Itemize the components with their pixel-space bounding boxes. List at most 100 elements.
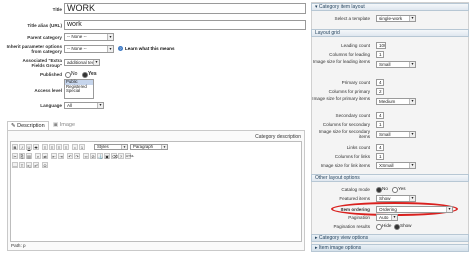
panel-item-layout-header[interactable]: ▾ Category item layout (311, 3, 469, 11)
item-ordering-select[interactable]: Ordering ▼ (376, 206, 453, 213)
bullet-list-icon[interactable]: • (72, 144, 78, 150)
numbered-list-icon[interactable]: 1 (79, 144, 85, 150)
find-icon[interactable]: ⌕ (35, 153, 41, 159)
language-value: All (67, 103, 73, 108)
chevron-down-icon: ▼ (97, 103, 103, 108)
columns-secondary-input[interactable]: 1 (376, 121, 384, 128)
chevron-down-icon: ▼ (446, 207, 452, 212)
redo-icon[interactable]: ↷ (74, 153, 80, 159)
title-label: Title (52, 7, 62, 12)
parent-category-select[interactable]: -- None -- ▼ (64, 33, 114, 41)
image-leading-label: Image size for leading items (312, 59, 370, 64)
align-left-icon[interactable]: ≡ (42, 144, 48, 150)
superscript-icon[interactable]: x² (33, 162, 39, 168)
chevron-down-icon: ▼ (409, 163, 415, 168)
image-leading-select[interactable]: Small ▼ (376, 61, 416, 68)
special-char-icon[interactable]: Ω (42, 162, 48, 168)
chevron-down-icon: ▼ (161, 145, 167, 149)
bold-button[interactable]: B (12, 144, 18, 150)
subscript-icon[interactable]: x₂ (26, 162, 32, 168)
leading-count-input[interactable]: 100 (376, 42, 386, 49)
undo-icon[interactable]: ↶ (67, 153, 73, 159)
leading-count-label: Leading count (341, 43, 370, 48)
secondary-count-input[interactable]: 4 (376, 112, 384, 119)
paragraph-value: Paragraph (133, 144, 154, 149)
template-select[interactable]: single-work ▼ (376, 15, 416, 22)
language-select[interactable]: All ▼ (64, 102, 104, 109)
remove-format-icon[interactable]: T (19, 162, 25, 168)
featured-items-select[interactable]: Show ▼ (376, 195, 416, 202)
panel-layout-grid-header[interactable]: Layout grid (311, 29, 469, 37)
links-count-input[interactable]: 4 (376, 144, 384, 151)
columns-links-input[interactable]: 1 (376, 153, 384, 160)
link-icon[interactable]: ∞ (83, 153, 89, 159)
underline-button[interactable]: U (26, 144, 32, 150)
copy-icon[interactable]: ⎘ (19, 153, 25, 159)
inherit-select[interactable]: -- None -- ▼ (64, 45, 114, 53)
panel-other-layout-title: Other layout options (315, 175, 360, 181)
strikethrough-button[interactable]: S (33, 144, 39, 150)
learn-more-link[interactable]: Learn what this means (125, 46, 175, 51)
access-option-special[interactable]: Special (65, 88, 93, 94)
styles-select[interactable]: Styles ▼ (94, 144, 128, 150)
title-input[interactable]: WORK (64, 3, 306, 14)
image-primary-select[interactable]: Medium ▼ (376, 98, 416, 105)
indent-out-icon[interactable]: ⇤ (51, 153, 57, 159)
tab-description-label: Description (17, 123, 45, 129)
hr-icon[interactable]: — (12, 162, 18, 168)
pagination-select[interactable]: Auto ▼ (376, 214, 398, 221)
anchor-icon[interactable]: ⚓ (97, 153, 103, 159)
align-center-icon[interactable]: ≡ (49, 144, 55, 150)
unlink-icon[interactable]: ⊘ (90, 153, 96, 159)
columns-links-label: Columns for links (334, 154, 370, 159)
cleanup-icon[interactable]: ⌫ (111, 153, 118, 159)
item-ordering-label: Item ordering (340, 207, 370, 212)
replace-icon[interactable]: ⇄ (42, 153, 48, 159)
columns-leading-input[interactable]: 1 (376, 51, 384, 58)
help-button-icon[interactable]: ? (118, 153, 124, 159)
associated-select[interactable]: additional text ▼ (64, 59, 100, 66)
italic-button[interactable]: I (19, 144, 25, 150)
parent-category-value: -- None -- (67, 34, 87, 39)
align-justify-icon[interactable]: ≡ (63, 144, 69, 150)
item-ordering-value: Ordering (379, 207, 397, 212)
image-secondary-label: Image size for secondary items (318, 129, 370, 139)
image-links-select[interactable]: XSmall ▼ (376, 162, 416, 169)
associated-value: additional text (67, 60, 96, 65)
access-level-list[interactable]: Public Registered Special (64, 79, 94, 99)
help-icon[interactable]: ? (118, 46, 123, 51)
image-primary-value: Medium (379, 99, 396, 104)
primary-count-label: Primary count (341, 80, 370, 85)
image-secondary-select[interactable]: Small ▼ (376, 131, 416, 138)
editor-path: Path: p (11, 243, 26, 248)
image-insert-icon[interactable]: ▣ (104, 153, 110, 159)
paragraph-select[interactable]: Paragraph ▼ (130, 144, 168, 150)
columns-primary-label: Columns for primary (328, 89, 370, 94)
indent-in-icon[interactable]: ⇥ (58, 153, 64, 159)
template-value: single-work (379, 16, 403, 21)
tab-image[interactable]: ▣ Image (50, 121, 82, 130)
paste-icon[interactable]: ▤ (26, 153, 32, 159)
pagination-label: Pagination (348, 215, 370, 220)
primary-count-input[interactable]: 4 (376, 79, 384, 86)
editor-header: Category description (255, 134, 301, 140)
published-label: Published (40, 72, 62, 77)
styles-value: Styles (97, 144, 109, 149)
image-links-label: Image size for link items (320, 163, 370, 168)
panel-item-image-header[interactable]: ▸ Item image options (311, 244, 469, 252)
panel-category-view-header[interactable]: ▸ Category view options (311, 234, 469, 242)
columns-primary-input[interactable]: 2 (376, 88, 384, 95)
alias-label: Title alias (URL) (27, 23, 62, 28)
chevron-down-icon: ▼ (107, 46, 113, 52)
alias-input[interactable]: work (64, 20, 306, 30)
html-icon[interactable]: HTML (125, 153, 134, 159)
access-level-label: Access level (34, 88, 62, 93)
associated-label: Associated "Extra Fields Group" (22, 58, 62, 68)
panel-other-layout-header[interactable]: Other layout options (311, 174, 469, 182)
align-right-icon[interactable]: ≡ (56, 144, 62, 150)
tab-description[interactable]: ✎ Description (7, 121, 49, 130)
image-primary-label: Image size for primary items (312, 96, 370, 101)
chevron-down-icon: ▼ (409, 62, 415, 67)
cut-icon[interactable]: ✂ (12, 153, 18, 159)
featured-items-label: Featured items (339, 196, 370, 201)
